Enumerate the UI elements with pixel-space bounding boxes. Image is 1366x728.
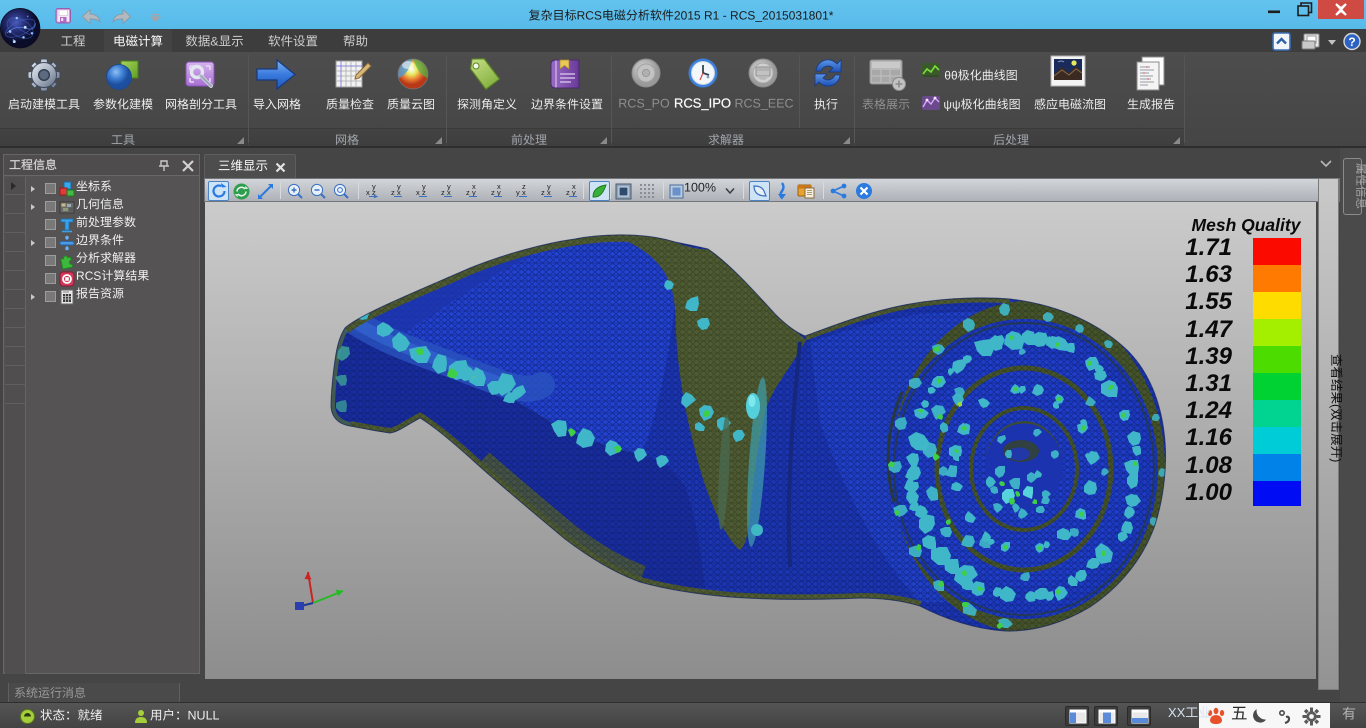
svg-text:z: z — [541, 188, 545, 197]
svg-text:y: y — [397, 182, 401, 191]
svg-text:x: x — [472, 182, 476, 191]
svg-text:y: y — [516, 188, 520, 197]
svg-text:?: ? — [1348, 35, 1355, 49]
svg-text:x: x — [366, 188, 370, 197]
svg-text:z: z — [466, 188, 470, 197]
svg-text:y: y — [372, 182, 376, 191]
svg-text:x: x — [497, 182, 501, 191]
svg-text:y: y — [547, 182, 551, 191]
svg-text:z: z — [441, 188, 445, 197]
svg-text:x: x — [416, 188, 420, 197]
svg-text:z: z — [491, 188, 495, 197]
svg-text:y: y — [447, 182, 451, 191]
svg-text:z: z — [566, 188, 570, 197]
svg-text:x: x — [572, 182, 576, 191]
svg-text:z: z — [522, 182, 526, 191]
svg-text:z: z — [391, 188, 395, 197]
svg-text:y: y — [422, 182, 426, 191]
